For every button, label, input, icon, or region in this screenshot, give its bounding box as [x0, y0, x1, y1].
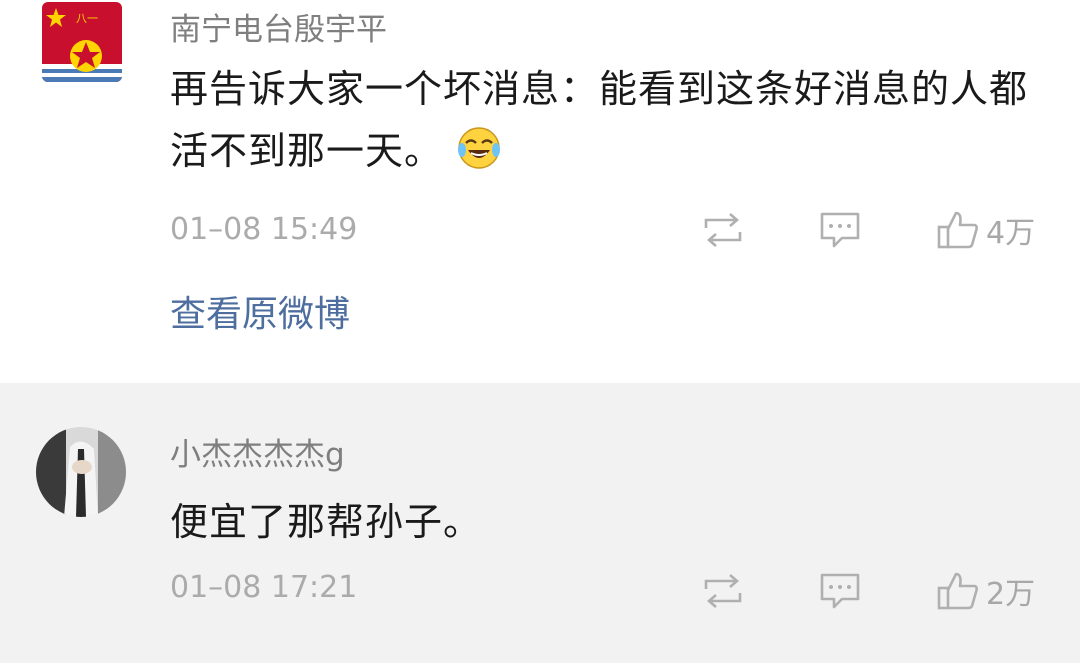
- username[interactable]: 南宁电台殷宇平: [170, 10, 387, 50]
- timestamp: 01–08 15:49: [170, 212, 358, 247]
- reply-icon: [820, 573, 860, 609]
- avatar[interactable]: 八一: [42, 2, 122, 82]
- avatar[interactable]: [36, 427, 126, 517]
- username[interactable]: 小杰杰杰杰g: [170, 435, 345, 475]
- reply-icon: [820, 212, 860, 248]
- thumbs-up-icon: [937, 572, 978, 610]
- repost-icon: [704, 213, 742, 247]
- comment-text: 再告诉大家一个坏消息：能看到这条好消息的人都活不到那一天。: [170, 58, 1050, 182]
- repost-button[interactable]: [700, 569, 746, 613]
- like-button[interactable]: 2万: [936, 569, 1035, 613]
- view-original-link[interactable]: 查看原微博: [170, 293, 350, 337]
- thumbs-up-icon: [937, 211, 978, 249]
- reply-button[interactable]: [818, 569, 862, 613]
- reply-button[interactable]: [818, 208, 862, 252]
- comment-item: 小杰杰杰杰g 便宜了那帮孙子。 01–08 17:21 2万: [0, 383, 1080, 663]
- comment-text: 便宜了那帮孙子。: [170, 500, 483, 544]
- repost-icon: [704, 574, 742, 608]
- comment-body: 再告诉大家一个坏消息：能看到这条好消息的人都活不到那一天。: [170, 67, 1029, 173]
- like-count: 2万: [986, 577, 1036, 612]
- svg-text:八一: 八一: [76, 12, 98, 25]
- repost-button[interactable]: [700, 208, 746, 252]
- like-button[interactable]: 4万: [936, 208, 1035, 252]
- laugh-cry-emoji: [457, 126, 501, 170]
- like-count: 4万: [986, 216, 1036, 251]
- comment-item: 八一 南宁电台殷宇平 再告诉大家一个坏消息：能看到这条好消息的人都活不到那一天。…: [0, 0, 1080, 383]
- timestamp: 01–08 17:21: [170, 570, 358, 605]
